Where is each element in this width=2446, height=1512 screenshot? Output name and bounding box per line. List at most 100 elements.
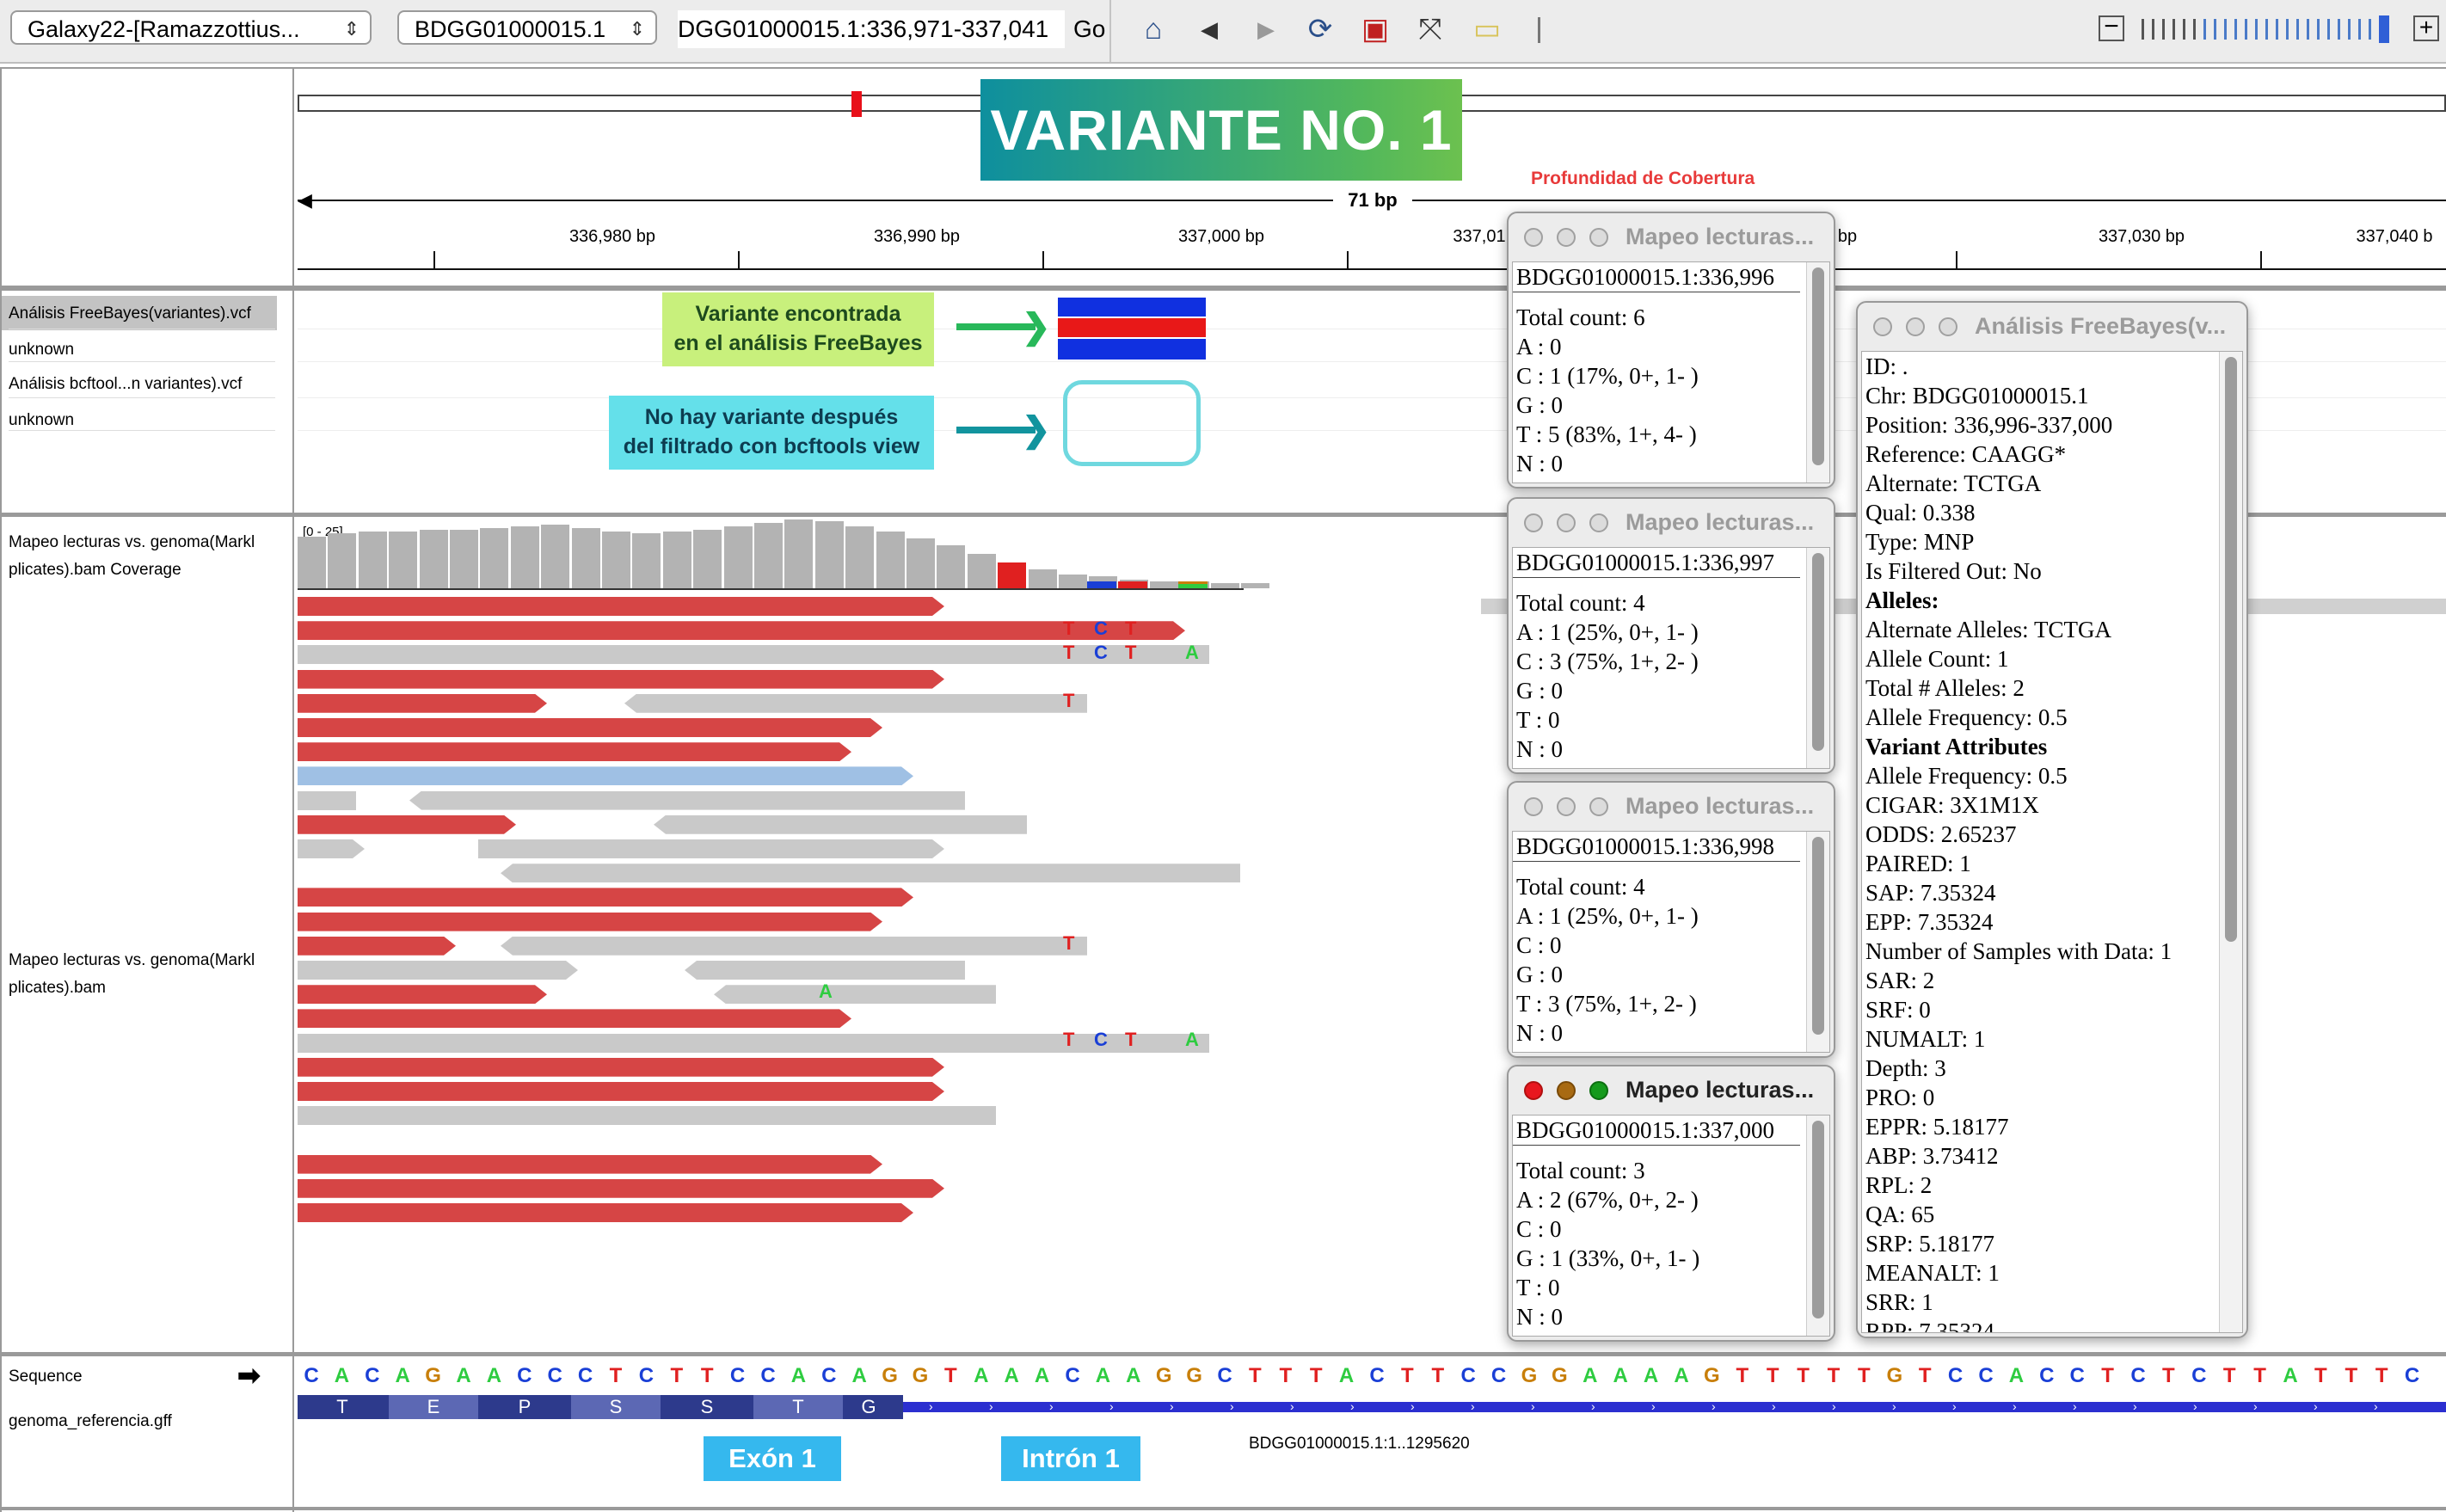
aligned-read[interactable]: [298, 888, 913, 907]
aligned-read[interactable]: [298, 1179, 944, 1198]
refresh-icon[interactable]: ⟳: [1300, 12, 1340, 46]
locus-input[interactable]: DGG01000015.1:336,971-337,041: [678, 10, 1065, 48]
scrollbar-thumb[interactable]: [1812, 553, 1824, 751]
coverage-bar[interactable]: [754, 523, 783, 588]
zoom-in-button[interactable]: +: [2413, 15, 2439, 41]
aligned-read[interactable]: [298, 937, 456, 956]
strand-arrow-icon[interactable]: ➡: [237, 1359, 261, 1392]
coverage-bar[interactable]: [358, 532, 387, 588]
variant-genotype-bar[interactable]: [1058, 317, 1206, 339]
aligned-read[interactable]: [298, 913, 882, 931]
coverage-bar[interactable]: [328, 533, 357, 588]
popup-scrollbar[interactable]: [1806, 832, 1829, 1052]
coverage-bar[interactable]: [450, 530, 478, 588]
coverage-bar[interactable]: [1028, 569, 1057, 588]
popup-scrollbar[interactable]: [1806, 262, 1829, 482]
popup-scrollbar[interactable]: [1806, 548, 1829, 768]
coverage-bar[interactable]: [510, 526, 539, 588]
zoom-thumb[interactable]: [2379, 15, 2389, 43]
coverage-bar[interactable]: [967, 554, 996, 588]
aligned-read[interactable]: [298, 839, 365, 858]
coverage-bar[interactable]: [693, 530, 722, 588]
coverage-bar[interactable]: [845, 526, 875, 588]
zoom-slider[interactable]: [2142, 15, 2400, 43]
coverage-bar-t[interactable]: [1118, 581, 1147, 588]
coverage-bar[interactable]: [662, 532, 691, 588]
coverage-bar[interactable]: [1059, 575, 1087, 588]
popup-balloon-icon[interactable]: ▭: [1467, 12, 1507, 46]
aligned-read[interactable]: [714, 985, 996, 1005]
aligned-read[interactable]: [298, 621, 1185, 640]
coverage-bar[interactable]: [298, 537, 326, 588]
coverage-bar[interactable]: [784, 519, 814, 588]
scrollbar-thumb[interactable]: [1812, 837, 1824, 1035]
aligned-read[interactable]: [624, 693, 1087, 713]
aligned-read[interactable]: [298, 1058, 944, 1077]
vcf2-sample-name[interactable]: unknown: [9, 411, 74, 430]
popup-base-336997[interactable]: Mapeo lecturas... BDGG01000015.1:336,997…: [1507, 497, 1835, 774]
back-arrow-icon[interactable]: ◀: [1194, 12, 1225, 46]
aligned-read[interactable]: [685, 961, 965, 980]
forward-arrow-icon[interactable]: ▶: [1251, 12, 1281, 46]
scrollbar-thumb[interactable]: [1812, 267, 1824, 465]
aligned-read[interactable]: [298, 1082, 944, 1101]
genome-dropdown[interactable]: Galaxy22-[Ramazzottius... ⇕: [10, 10, 372, 45]
aligned-read[interactable]: [298, 790, 356, 810]
aligned-read[interactable]: [298, 985, 547, 1004]
coverage-bar[interactable]: [602, 532, 630, 588]
coverage-bar[interactable]: [1211, 583, 1239, 588]
scrollbar-thumb[interactable]: [1812, 1121, 1824, 1318]
bam-track-name[interactable]: Mapeo lecturas vs. genoma(Markl: [9, 951, 255, 970]
ruler-icon[interactable]: ▣: [1355, 12, 1395, 46]
popup-base-336998[interactable]: Mapeo lecturas... BDGG01000015.1:336,998…: [1507, 781, 1835, 1058]
coverage-bar[interactable]: [723, 526, 753, 588]
aligned-read[interactable]: [409, 790, 965, 810]
popup-scrollbar[interactable]: [1806, 1116, 1829, 1336]
aligned-read[interactable]: [298, 670, 944, 689]
fit-window-icon[interactable]: ⤧: [1410, 12, 1450, 46]
intron-feature[interactable]: [903, 1402, 2446, 1412]
home-icon[interactable]: ⌂: [1134, 12, 1173, 46]
aligned-read[interactable]: [298, 815, 516, 834]
coverage-bar-g[interactable]: [1178, 581, 1208, 584]
coverage-bar[interactable]: [814, 521, 844, 588]
aligned-read[interactable]: [298, 961, 578, 980]
vcf2-track-name[interactable]: Análisis bcftool...n variantes).vcf: [9, 375, 242, 394]
coverage-bar[interactable]: [541, 525, 570, 588]
go-button[interactable]: Go: [1073, 10, 1105, 48]
popup-variant-details[interactable]: Análisis FreeBayes(v... ID: . Chr: BDGG01…: [1856, 301, 2248, 1338]
sequence-track-name[interactable]: Sequence: [9, 1368, 83, 1386]
bam-track-name-cont[interactable]: plicates).bam: [9, 979, 106, 998]
coverage-track-name[interactable]: Mapeo lecturas vs. genoma(Markl: [9, 533, 255, 552]
vcf1-track-name[interactable]: Análisis FreeBayes(variantes).vcf: [9, 304, 251, 323]
aligned-read[interactable]: [298, 1009, 851, 1028]
vcf1-sample-name[interactable]: unknown: [9, 341, 74, 360]
aligned-read[interactable]: [501, 936, 1087, 956]
popup-base-337000[interactable]: Mapeo lecturas... BDGG01000015.1:337,000…: [1507, 1065, 1835, 1342]
coverage-track-name-cont[interactable]: plicates).bam Coverage: [9, 561, 181, 580]
coverage-bar[interactable]: [1241, 583, 1270, 588]
scrollbar-thumb[interactable]: [2225, 357, 2237, 942]
aligned-read[interactable]: [298, 718, 882, 737]
aligned-read[interactable]: [298, 766, 913, 785]
coverage-bar[interactable]: [480, 528, 509, 588]
coverage-bar-c[interactable]: [1087, 581, 1116, 588]
coverage-bar[interactable]: [389, 532, 418, 588]
coverage-bar[interactable]: [1150, 581, 1179, 588]
aligned-read[interactable]: [298, 694, 547, 713]
coverage-bar[interactable]: [937, 545, 966, 588]
popup-base-336996[interactable]: Mapeo lecturas... BDGG01000015.1:336,996…: [1507, 212, 1835, 489]
gff-track-name[interactable]: genoma_referencia.gff: [9, 1412, 172, 1431]
coverage-bar[interactable]: [419, 530, 448, 588]
coverage-bar[interactable]: [632, 533, 661, 588]
zoom-out-button[interactable]: −: [2099, 14, 2124, 41]
aligned-read[interactable]: [654, 814, 1027, 834]
aligned-read[interactable]: [478, 839, 944, 858]
aligned-read[interactable]: [501, 864, 1240, 883]
aligned-read[interactable]: [298, 1155, 882, 1174]
coverage-bar[interactable]: [571, 528, 600, 588]
aligned-read[interactable]: [298, 597, 944, 616]
coverage-bar[interactable]: [998, 562, 1027, 588]
aligned-read[interactable]: [298, 1203, 913, 1222]
chromosome-dropdown[interactable]: BDGG01000015.1 ⇕: [397, 10, 657, 45]
